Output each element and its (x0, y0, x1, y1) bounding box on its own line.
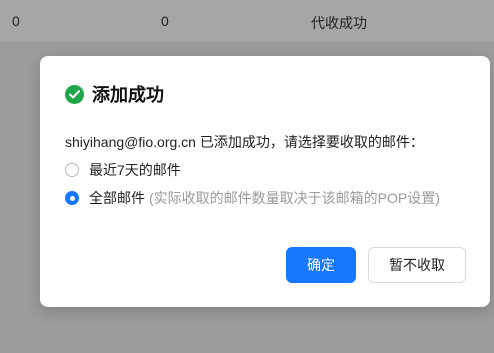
option-label: 全部邮件 (89, 190, 145, 206)
option-hint: (实际收取的邮件数量取决于该邮箱的POP设置) (149, 190, 440, 206)
option-all-mail[interactable]: 全部邮件 (实际收取的邮件数量取决于该邮箱的POP设置) (65, 188, 440, 208)
skip-fetch-button[interactable]: 暂不收取 (368, 247, 466, 283)
option-recent-7-days[interactable]: 最近7天的邮件 (65, 160, 181, 180)
radio-button[interactable] (65, 163, 79, 177)
option-label: 最近7天的邮件 (89, 162, 181, 178)
check-circle-icon (65, 84, 84, 104)
confirm-button[interactable]: 确定 (286, 247, 356, 283)
radio-button-selected[interactable] (65, 191, 79, 205)
add-success-dialog: 添加成功 shiyihang@fio.org.cn 已添加成功，请选择要收取的邮… (40, 56, 490, 307)
dialog-header: 添加成功 (65, 82, 164, 106)
dialog-message: shiyihang@fio.org.cn 已添加成功，请选择要收取的邮件： (65, 134, 424, 150)
dialog-title: 添加成功 (92, 85, 164, 105)
